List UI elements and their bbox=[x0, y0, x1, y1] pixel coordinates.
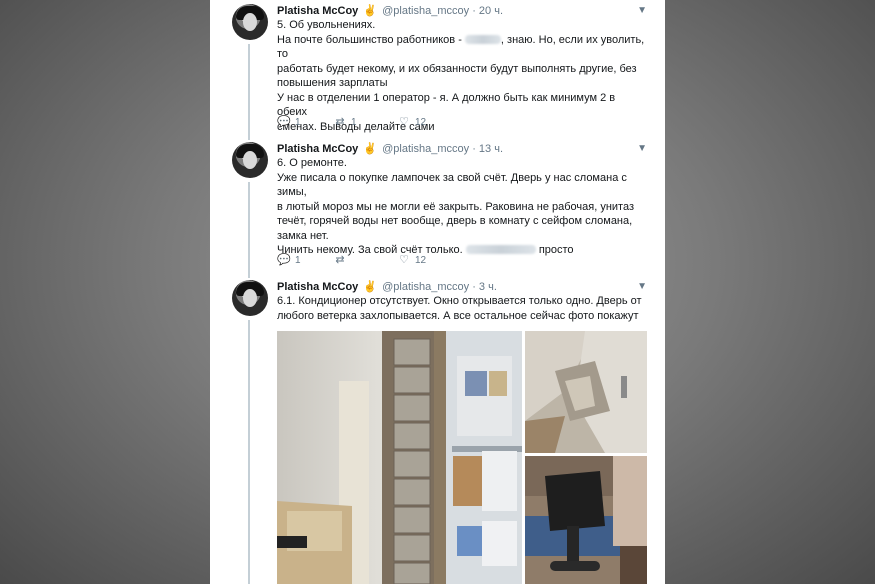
reply-button[interactable]: 💬 1 bbox=[277, 253, 300, 266]
author-handle[interactable]: @platisha_mccoy bbox=[382, 143, 469, 155]
redacted-word bbox=[464, 34, 501, 44]
photo-office-wall[interactable] bbox=[277, 331, 522, 584]
tweet-item[interactable]: Platisha McCoy ✌ @platisha_mccoy · 13 ч.… bbox=[210, 138, 665, 276]
retweet-button[interactable]: ⇄ bbox=[333, 253, 351, 266]
tweet-timestamp[interactable]: 13 ч. bbox=[479, 143, 503, 155]
tweet-timestamp[interactable]: 3 ч. bbox=[479, 281, 497, 293]
like-button[interactable]: ♡ 12 bbox=[397, 115, 426, 128]
chevron-down-icon[interactable]: ▼ bbox=[637, 5, 647, 16]
tweet-header: Platisha McCoy ✌ @platisha_mccoy · 20 ч. bbox=[277, 5, 504, 17]
tweet-thread-card: Platisha McCoy ✌ @platisha_mccoy · 20 ч.… bbox=[210, 0, 665, 584]
author-name[interactable]: Platisha McCoy bbox=[277, 5, 358, 17]
photo-broken-chair[interactable] bbox=[525, 456, 647, 584]
author-name[interactable]: Platisha McCoy bbox=[277, 143, 358, 155]
redacted-word bbox=[465, 245, 536, 254]
heart-icon: ♡ bbox=[399, 116, 409, 128]
retweet-icon: ⇄ bbox=[335, 254, 345, 266]
photo-grid bbox=[277, 331, 647, 584]
reply-icon: 💬 bbox=[277, 254, 291, 266]
author-handle[interactable]: @platisha_mccoy bbox=[382, 281, 469, 293]
tweet-text: 6. О ремонте. Уже писала о покупке лампо… bbox=[277, 157, 635, 256]
tweet-header: Platisha McCoy ✌ @platisha_mccoy · 3 ч. bbox=[277, 281, 497, 293]
badge-icon: ✌ bbox=[363, 143, 378, 155]
photo-damaged-ceiling[interactable] bbox=[525, 331, 647, 453]
reply-button[interactable]: 💬 1 bbox=[277, 115, 300, 128]
tweet-text: 6.1. Кондиционер отсутствует. Окно откры… bbox=[277, 295, 642, 322]
badge-icon: ✌ bbox=[363, 281, 378, 293]
retweet-icon: ⇄ bbox=[335, 116, 345, 128]
like-button[interactable]: ♡ 12 bbox=[397, 253, 426, 266]
chevron-down-icon[interactable]: ▼ bbox=[637, 281, 647, 292]
tweet-header: Platisha McCoy ✌ @platisha_mccoy · 13 ч. bbox=[277, 143, 504, 155]
avatar[interactable] bbox=[232, 4, 268, 40]
author-name[interactable]: Platisha McCoy bbox=[277, 281, 358, 293]
tweet-item[interactable]: Platisha McCoy ✌ @platisha_mccoy · 20 ч.… bbox=[210, 0, 665, 138]
avatar[interactable] bbox=[232, 280, 268, 316]
heart-icon: ♡ bbox=[399, 254, 409, 266]
tweet-timestamp[interactable]: 20 ч. bbox=[479, 5, 503, 17]
retweet-button[interactable]: ⇄ 1 bbox=[333, 115, 356, 128]
author-handle[interactable]: @platisha_mccoy bbox=[382, 5, 469, 17]
badge-icon: ✌ bbox=[363, 5, 378, 17]
reply-icon: 💬 bbox=[277, 116, 291, 128]
avatar[interactable] bbox=[232, 142, 268, 178]
chevron-down-icon[interactable]: ▼ bbox=[637, 143, 647, 154]
